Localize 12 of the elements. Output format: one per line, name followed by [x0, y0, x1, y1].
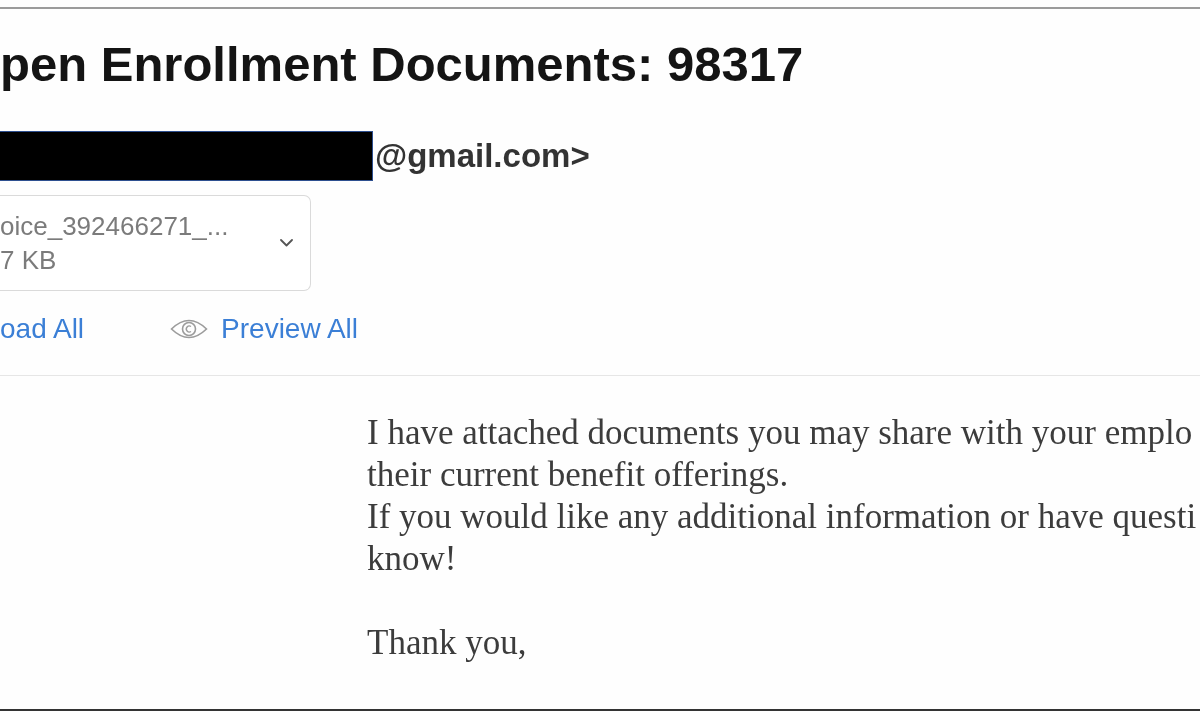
chevron-down-icon[interactable] [280, 239, 293, 247]
eye-icon [170, 317, 209, 341]
attachment-filename: oice_392466271_... [0, 210, 229, 243]
message-text: I have attached documents you may share with your emplo their current benefit offerings. [367, 412, 1193, 496]
sender-email: @gmail.com> [375, 136, 590, 176]
download-all-link[interactable]: oad All [0, 311, 85, 347]
email-subject: pen Enrollment Documents: 98317 [0, 36, 804, 92]
preview-all-link[interactable]: Preview All [170, 311, 358, 347]
message-text: Thank you, [367, 622, 527, 664]
attachment-card[interactable]: oice_392466271_... 7 KB [0, 195, 311, 291]
message-text: If you would like any additional information or have questi know! [367, 496, 1197, 580]
attachment-size: 7 KB [0, 244, 57, 277]
